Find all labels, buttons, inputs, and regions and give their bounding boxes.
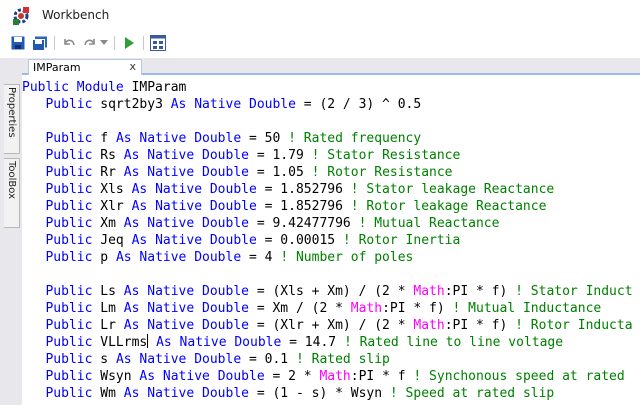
code-line: Public Jeq As Native Double = 0.00015 ! … xyxy=(45,233,461,248)
run-button[interactable] xyxy=(120,34,138,52)
save-all-icon xyxy=(32,36,47,51)
code-line: Public Wm As Native Double = (1 - s) * W… xyxy=(45,386,555,401)
save-icon xyxy=(11,36,25,50)
toolbar-separator xyxy=(114,36,115,50)
toolbar-separator xyxy=(143,36,144,50)
toolbox-tab[interactable]: ToolBox xyxy=(4,158,20,228)
code-line: Public Ls As Native Double = (Xls + Xm) … xyxy=(45,284,633,299)
document-tab-bar: IMParam x xyxy=(22,58,640,75)
redo-button[interactable] xyxy=(83,34,97,52)
code-line: Public Xm As Native Double = 9.42477796 … xyxy=(45,216,500,231)
save-button[interactable] xyxy=(10,34,26,52)
toolbar-separator xyxy=(54,36,55,50)
code-line: Public VLLrms As Native Double = 14.7 ! … xyxy=(45,334,564,350)
code-line: Public f As Native Double = 50 ! Rated f… xyxy=(45,131,422,146)
code-line: Public Wsyn As Native Double = 2 * Math:… xyxy=(45,369,625,384)
properties-tab-label: Properties xyxy=(6,87,17,138)
title-bar: Workbench xyxy=(0,0,640,32)
code-line: Public Rr As Native Double = 1.05 ! Roto… xyxy=(45,165,453,180)
code-line: Public Lr As Native Double = (Xlr + Xm) … xyxy=(45,318,633,333)
code-line: Public sqrt2by3 As Native Double = (2 / … xyxy=(45,97,422,112)
properties-tab[interactable]: Properties xyxy=(4,84,20,154)
app-logo-icon xyxy=(10,5,32,27)
toggle-view-button[interactable] xyxy=(149,34,167,52)
save-all-button[interactable] xyxy=(31,34,49,52)
tab-imparam[interactable]: IMParam x xyxy=(28,59,142,75)
code-editor[interactable]: Public Module IMParam Public sqrt2by3 As… xyxy=(22,77,640,405)
tab-label: IMParam xyxy=(33,61,81,74)
undo-icon xyxy=(64,39,75,46)
side-panel-strip: Properties ToolBox xyxy=(0,58,22,405)
code-line: Public s As Native Double = 0.1 ! Rated … xyxy=(45,352,390,367)
toolbar xyxy=(0,32,640,54)
play-icon xyxy=(125,37,134,49)
close-icon[interactable]: x xyxy=(129,60,136,73)
code-line: Public Xls As Native Double = 1.852796 !… xyxy=(45,182,555,197)
redo-dropdown-button[interactable] xyxy=(99,34,109,52)
code-line: Public Lm As Native Double = Xm / (2 * M… xyxy=(45,301,602,316)
code-line: Public Module IMParam xyxy=(22,80,187,95)
code-line: Public Rs As Native Double = 1.79 ! Stat… xyxy=(45,148,461,163)
code-line: Public Xlr As Native Double = 1.852796 !… xyxy=(45,199,547,214)
redo-icon xyxy=(84,39,95,46)
code-line: Public p As Native Double = 4 ! Number o… xyxy=(45,250,414,265)
window-title: Workbench xyxy=(42,8,110,22)
chevron-down-icon xyxy=(100,40,108,45)
undo-button[interactable] xyxy=(60,34,78,52)
toolbox-tab-label: ToolBox xyxy=(6,161,17,200)
window-grid-icon xyxy=(150,35,166,51)
